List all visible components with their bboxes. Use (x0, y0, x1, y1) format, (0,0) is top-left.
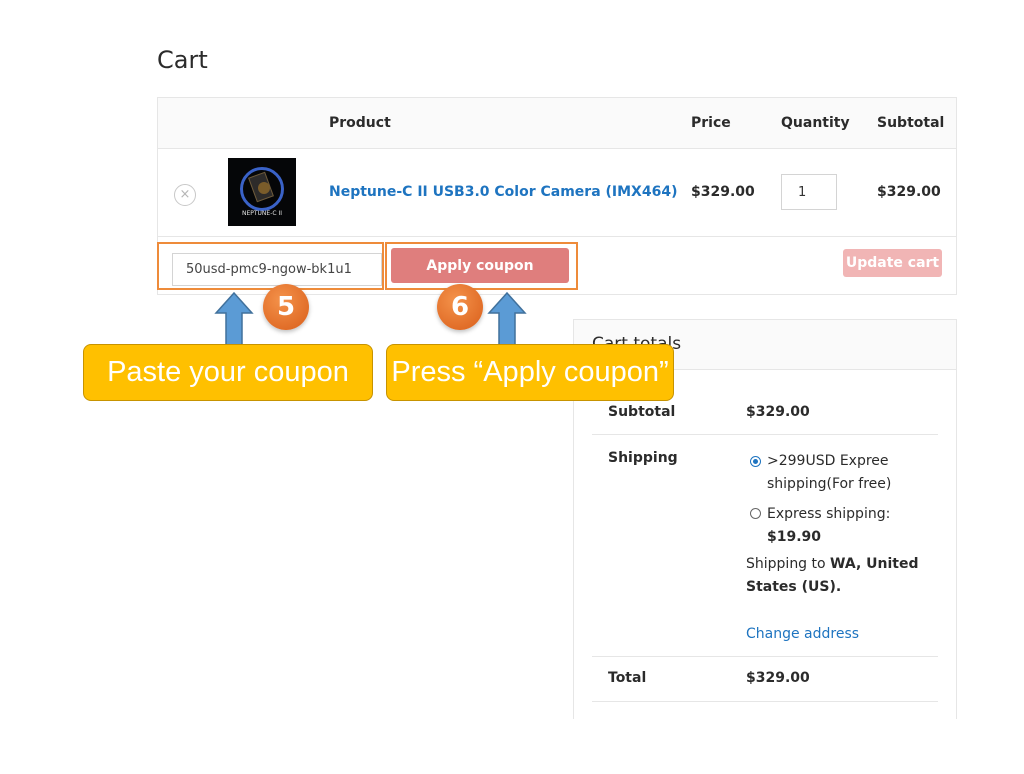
shipping-option-express-price: $19.90 (767, 529, 822, 545)
remove-item-icon[interactable]: × (174, 184, 196, 206)
divider (592, 656, 938, 657)
apply-button-highlight (385, 242, 578, 290)
shipping-option-free-line2: shipping(For free) (767, 476, 892, 492)
divider (592, 434, 938, 435)
arrow-up-icon (214, 291, 254, 347)
shipping-option-free-radio[interactable] (750, 456, 761, 467)
page-title: Cart (157, 46, 208, 74)
step-5-badge: 5 (263, 284, 309, 330)
table-row: × NEPTUNE-C II Neptune-C II USB3.0 Color… (158, 149, 956, 237)
step-6-badge: 6 (437, 284, 483, 330)
product-thumbnail[interactable]: NEPTUNE-C II (228, 158, 296, 226)
shipping-option-free-line1: >299USD Expree (767, 453, 889, 469)
coupon-input-highlight (157, 242, 384, 290)
item-price: $329.00 (691, 184, 755, 200)
paste-coupon-callout: Paste your coupon (83, 344, 373, 401)
divider (592, 701, 938, 702)
shipping-destination: Shipping to WA, United (746, 553, 918, 576)
thumbnail-label: NEPTUNE-C II (241, 210, 283, 217)
shipping-option-express-radio[interactable] (750, 508, 761, 519)
total-value: $329.00 (746, 670, 810, 686)
press-apply-callout: Press “Apply coupon” (386, 344, 674, 401)
shipping-to-prefix: Shipping to (746, 556, 826, 572)
cart-table-header: Product Price Quantity Subtotal (158, 98, 956, 149)
change-address-link[interactable]: Change address (746, 623, 859, 646)
subtotal-value: $329.00 (746, 404, 810, 420)
header-subtotal: Subtotal (877, 115, 945, 131)
header-product: Product (329, 115, 391, 131)
shipping-option-express-line1: Express shipping: (767, 506, 891, 522)
shipping-label: Shipping (608, 450, 678, 466)
subtotal-label: Subtotal (608, 404, 676, 420)
total-label: Total (608, 670, 647, 686)
product-name-link[interactable]: Neptune-C II USB3.0 Color Camera (IMX464… (329, 184, 677, 200)
arrow-up-icon (487, 291, 527, 347)
header-price: Price (691, 115, 731, 131)
item-subtotal: $329.00 (877, 184, 941, 200)
shipping-to-place-cont: States (US). (746, 579, 842, 595)
update-cart-button[interactable]: Update cart (843, 249, 942, 277)
camera-lens (258, 182, 270, 194)
shipping-to-place: WA, United (830, 556, 919, 572)
quantity-input[interactable] (781, 174, 837, 210)
header-quantity: Quantity (781, 115, 850, 131)
